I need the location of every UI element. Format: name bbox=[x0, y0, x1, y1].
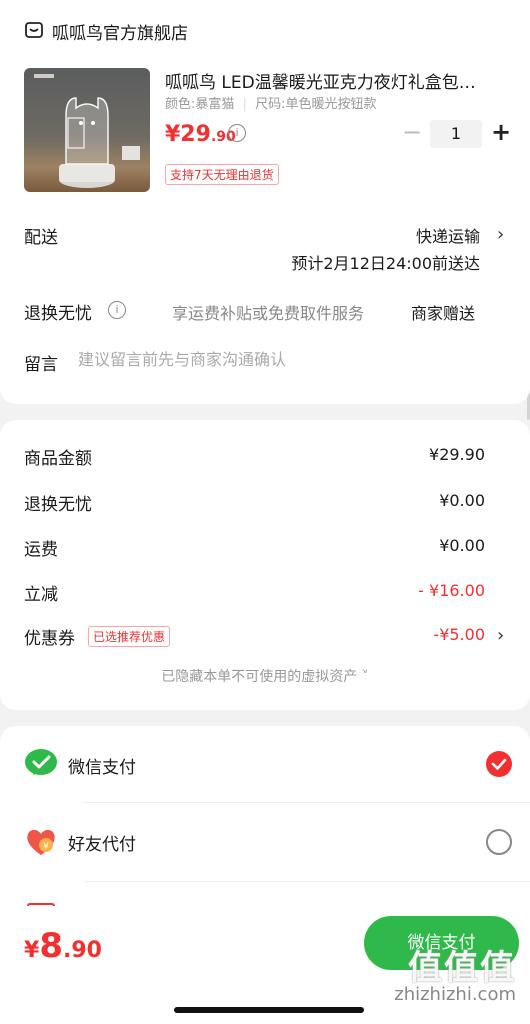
chevron-right-icon[interactable]: › bbox=[497, 625, 504, 646]
note-label: 留言 bbox=[24, 355, 58, 375]
return-policy-badge: 支持7天无理由退货 bbox=[165, 164, 279, 185]
coupon-tag[interactable]: 已选推荐优惠 bbox=[88, 626, 171, 647]
order-card: 呱呱鸟官方旗舰店 呱呱鸟 LED温馨暖光亚克力夜灯礼盒包… 颜色:暴富猫 | 尺… bbox=[0, 0, 530, 404]
shipping-fee-label: 运费 bbox=[24, 540, 58, 560]
spec-size: 尺码:单色暖光按钮款 bbox=[255, 97, 377, 112]
worry-free-gift: 商家赠送 bbox=[410, 304, 475, 323]
worry-free-fee-label: 退换无忧 bbox=[24, 495, 92, 515]
divider bbox=[84, 881, 530, 882]
quantity-value[interactable]: 1 bbox=[430, 120, 482, 148]
note-input[interactable] bbox=[78, 350, 498, 369]
shop-name[interactable]: 呱呱鸟官方旗舰店 bbox=[52, 19, 188, 44]
spec-color: 颜色:暴富猫 bbox=[165, 97, 235, 112]
worry-free-desc: 享运费补贴或免费取件服务 bbox=[172, 304, 365, 323]
friend-pay-radio[interactable] bbox=[486, 829, 512, 855]
divider bbox=[84, 802, 530, 803]
shipping-fee-value: ¥0.00 bbox=[439, 536, 485, 555]
product-price: ¥29.90 bbox=[165, 122, 236, 147]
quantity-plus-button[interactable]: + bbox=[490, 118, 512, 148]
info-icon[interactable]: i bbox=[228, 124, 246, 142]
delivery-method[interactable]: 快递运输 bbox=[416, 223, 480, 247]
total-currency: ¥ bbox=[24, 938, 40, 963]
chevron-right-icon[interactable]: › bbox=[497, 224, 504, 245]
spec-separator: | bbox=[242, 97, 247, 112]
hidden-assets-toggle[interactable]: 已隐藏本单不可使用的虚拟资产 ˅ bbox=[0, 666, 530, 686]
svg-text:¥: ¥ bbox=[43, 842, 49, 852]
coupon-value[interactable]: -¥5.00 bbox=[433, 625, 485, 644]
home-indicator bbox=[174, 1007, 364, 1013]
night-lamp-image bbox=[34, 74, 140, 188]
watermark-logo: 值值值 bbox=[408, 948, 516, 988]
friend-pay-label[interactable]: 好友代付 bbox=[68, 830, 136, 855]
total-price: ¥8.90 bbox=[24, 926, 102, 966]
total-decimal: .90 bbox=[62, 938, 102, 963]
delivery-eta: 预计2月12日24:00前送达 bbox=[291, 254, 480, 273]
coupon-label[interactable]: 优惠券 bbox=[24, 624, 75, 649]
discount-label: 立减 bbox=[24, 585, 58, 605]
discount-value: - ¥16.00 bbox=[418, 581, 485, 600]
watermark-url: zhizhizhi.com bbox=[394, 984, 516, 1005]
info-icon[interactable]: i bbox=[108, 301, 126, 319]
wechat-pay-label[interactable]: 微信支付 bbox=[68, 753, 136, 778]
friend-pay-icon: ¥ bbox=[27, 829, 55, 855]
quantity-minus-button[interactable]: − bbox=[402, 118, 422, 148]
worry-free-fee-value: ¥0.00 bbox=[439, 491, 485, 510]
shop-icon bbox=[25, 22, 43, 38]
check-icon bbox=[491, 758, 507, 770]
worry-free-label: 退换无忧 bbox=[24, 304, 92, 324]
wechat-pay-radio-checked[interactable] bbox=[486, 751, 512, 777]
goods-amount-label: 商品金额 bbox=[24, 449, 92, 469]
bottom-bar: ¥8.90 微信支付 值值值 zhizhizhi.com bbox=[0, 906, 530, 1024]
product-spec[interactable]: 颜色:暴富猫 | 尺码:单色暖光按钮款 bbox=[165, 93, 376, 112]
price-main: ¥29 bbox=[165, 122, 211, 147]
delivery-label: 配送 bbox=[24, 228, 58, 248]
goods-amount-value: ¥29.90 bbox=[429, 445, 485, 464]
product-title[interactable]: 呱呱鸟 LED温馨暖光亚克力夜灯礼盒包… bbox=[165, 68, 505, 93]
product-image[interactable] bbox=[24, 68, 150, 192]
wechat-pay-icon bbox=[25, 749, 57, 775]
total-main: 8 bbox=[39, 926, 63, 966]
